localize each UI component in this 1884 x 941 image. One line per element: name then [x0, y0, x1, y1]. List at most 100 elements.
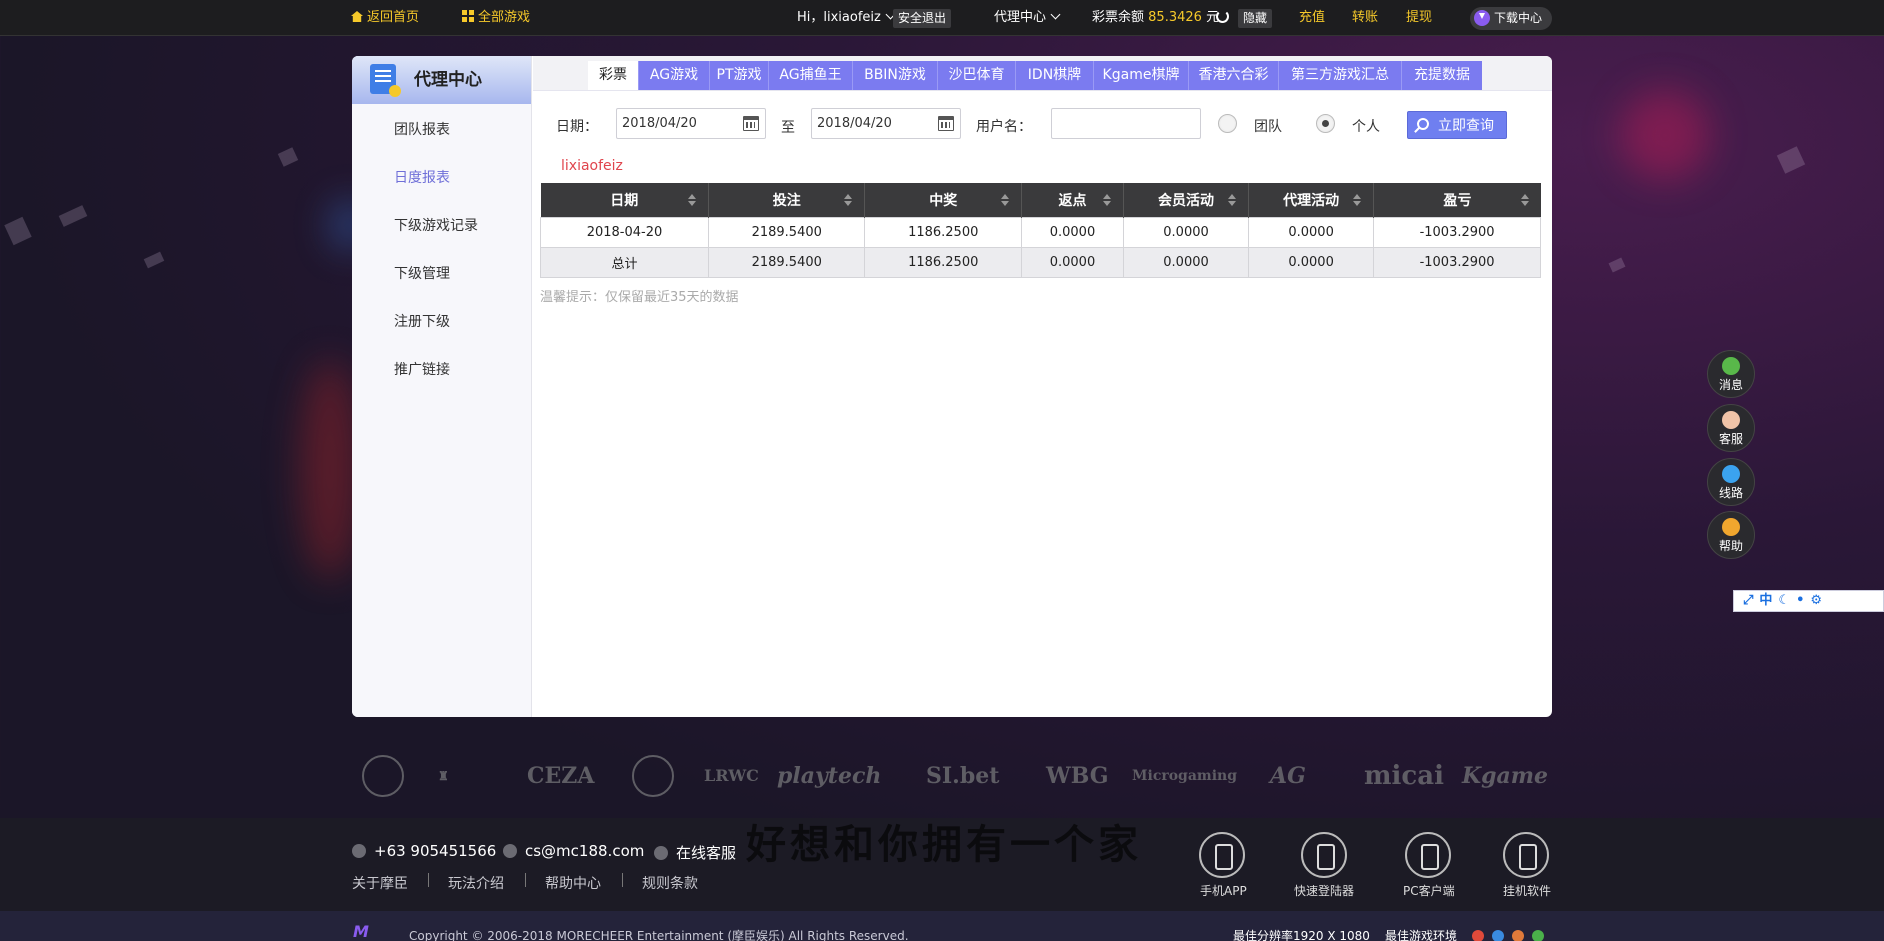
calendar-icon[interactable]: [743, 116, 759, 131]
mail-icon: [503, 844, 517, 858]
cell-member-activity: 0.0000: [1122, 216, 1250, 248]
sort-icon: [1000, 194, 1009, 206]
calendar-icon[interactable]: [938, 116, 954, 131]
column-header-profit-loss[interactable]: 盈亏: [1373, 183, 1541, 217]
column-header-agent-activity[interactable]: 代理活动: [1248, 183, 1375, 217]
hide-balance-button[interactable]: 隐藏: [1238, 9, 1273, 28]
footer-link-rules[interactable]: 规则条款: [642, 873, 698, 893]
chevron-down-icon: [1050, 9, 1061, 20]
footer-online-service[interactable]: 在线客服: [654, 842, 736, 863]
table-header-row: 日期 投注 中奖 返点 会员活动 代理活动 盈亏: [540, 183, 1541, 217]
sidebar-title: 代理中心: [414, 70, 482, 90]
hangup-software-label[interactable]: 挂机软件: [1503, 882, 1551, 899]
home-icon: [351, 11, 363, 22]
cell-bet: 2189.5400: [707, 216, 866, 248]
footer-email[interactable]: cs@mc188.com: [503, 842, 644, 860]
column-header-member-activity[interactable]: 会员活动: [1123, 183, 1250, 217]
column-header-rebate[interactable]: 返点: [1021, 183, 1125, 217]
sidebar-item-register-sub[interactable]: 注册下级: [394, 311, 450, 331]
ime-toolbar[interactable]: ⤢中☾•⚙: [1733, 590, 1884, 612]
partner-logos: ♜ CEZA LRWC playtech SI.bet WBG Microgam…: [352, 753, 1552, 799]
grid-icon: [462, 10, 474, 22]
footer-link-help[interactable]: 帮助中心: [545, 873, 601, 893]
cell-agent-activity: 0.0000: [1248, 216, 1375, 248]
tab-hk-mark-six[interactable]: 香港六合彩: [1189, 61, 1279, 90]
tab-idn-chess[interactable]: IDN棋牌: [1016, 61, 1094, 90]
deposit-link[interactable]: 充值: [1299, 0, 1325, 36]
slogan-overlay: 好想和你拥有一个家: [746, 821, 1142, 868]
sort-icon: [688, 194, 696, 206]
cell-total-profit-loss: -1003.2900: [1373, 246, 1541, 278]
logout-button[interactable]: 安全退出: [893, 9, 952, 28]
refresh-icon[interactable]: [1210, 0, 1229, 36]
tab-saba-sports[interactable]: 沙巴体育: [938, 61, 1016, 90]
cell-total-label: 总计: [540, 246, 709, 278]
date-to-label: 至: [781, 120, 795, 136]
username-input[interactable]: [1051, 108, 1201, 139]
withdraw-link[interactable]: 提现: [1406, 0, 1432, 36]
sidebar-item-team-report[interactable]: 团队报表: [394, 119, 450, 139]
background-shard: [1776, 146, 1806, 174]
tab-ag-games[interactable]: AG游戏: [639, 61, 710, 90]
footer-divider: [525, 873, 526, 887]
footer-link-about[interactable]: 关于摩臣: [352, 873, 408, 893]
tab-deposit-withdraw-data[interactable]: 充提数据: [1402, 61, 1482, 90]
quick-login-label[interactable]: 快速登陆器: [1294, 882, 1354, 899]
transfer-link[interactable]: 转账: [1352, 0, 1378, 36]
tab-ag-fishing[interactable]: AG捕鱼王: [769, 61, 853, 90]
personal-radio[interactable]: [1316, 114, 1335, 133]
team-radio[interactable]: [1218, 114, 1237, 133]
partner-logo-seal: [362, 755, 404, 797]
home-link[interactable]: 返回首页: [351, 0, 419, 36]
sidebar-item-promo-link[interactable]: 推广链接: [394, 359, 450, 379]
copyright: Copyright © 2006-2018 MORECHEER Entertai…: [409, 929, 909, 941]
help-icon: [1722, 518, 1740, 536]
help-button[interactable]: 帮助: [1707, 511, 1755, 559]
tab-lottery[interactable]: 彩票: [588, 61, 639, 90]
sidebar-item-sub-game-records[interactable]: 下级游戏记录: [394, 215, 478, 235]
partner-logo-ceza: CEZA: [527, 763, 595, 789]
background-shard: [1608, 257, 1626, 273]
firefox-icon: [1512, 930, 1524, 941]
date-from-input[interactable]: 2018/04/20: [616, 108, 766, 139]
chat-icon: [1722, 357, 1740, 375]
date-to-input[interactable]: 2018/04/20: [811, 108, 961, 139]
headset-icon: [654, 846, 668, 860]
best-environment: 最佳游戏环境: [1385, 929, 1458, 941]
cell-win: 1186.2500: [864, 216, 1022, 248]
balance: 彩票余额 85.3426 元: [1092, 10, 1220, 25]
hangup-software-icon[interactable]: [1503, 832, 1549, 878]
sidebar-item-sub-management[interactable]: 下级管理: [394, 263, 450, 283]
messages-button[interactable]: 消息: [1707, 350, 1755, 398]
footer-divider: [428, 873, 429, 887]
date-label: 日期：: [556, 119, 598, 135]
user-menu[interactable]: Hi，lixiaofeiz: [797, 0, 896, 36]
pc-client-label[interactable]: PC客户端: [1403, 882, 1455, 899]
partner-logo-lrwc: LRWC: [704, 766, 759, 785]
footer-link-gameplay[interactable]: 玩法介绍: [448, 873, 504, 893]
cell-total-agent-activity: 0.0000: [1248, 246, 1375, 278]
quick-login-icon[interactable]: [1301, 832, 1347, 878]
all-games-link[interactable]: 全部游戏: [462, 0, 530, 36]
mobile-app-icon[interactable]: [1199, 832, 1245, 878]
column-header-date[interactable]: 日期: [540, 183, 709, 217]
pc-client-icon[interactable]: [1405, 832, 1451, 878]
background-shard: [58, 205, 88, 227]
column-header-bet[interactable]: 投注: [708, 183, 866, 217]
tab-kgame-chess[interactable]: Kgame棋牌: [1094, 61, 1189, 90]
agent-panel: 代理中心 团队报表 日度报表 下级游戏记录 下级管理 注册下级 推广链接 彩票 …: [352, 56, 1552, 717]
username-label: 用户名：: [976, 119, 1032, 135]
download-center-button[interactable]: 下载中心: [1470, 7, 1553, 30]
tab-bbin-games[interactable]: BBIN游戏: [853, 61, 938, 90]
lines-button[interactable]: 线路: [1707, 458, 1755, 506]
search-button[interactable]: 立即查询: [1407, 111, 1507, 139]
tab-pt-games[interactable]: PT游戏: [710, 61, 769, 90]
agent-center-menu[interactable]: 代理中心: [994, 0, 1061, 36]
morecheer-logo: M: [353, 922, 369, 941]
column-header-win[interactable]: 中奖: [864, 183, 1022, 217]
customer-service-button[interactable]: 客服: [1707, 404, 1755, 452]
sidebar-item-daily-report[interactable]: 日度报表: [394, 167, 450, 187]
mobile-app-label[interactable]: 手机APP: [1200, 882, 1247, 899]
tab-third-party-summary[interactable]: 第三方游戏汇总: [1279, 61, 1402, 90]
sort-icon: [1520, 194, 1529, 206]
